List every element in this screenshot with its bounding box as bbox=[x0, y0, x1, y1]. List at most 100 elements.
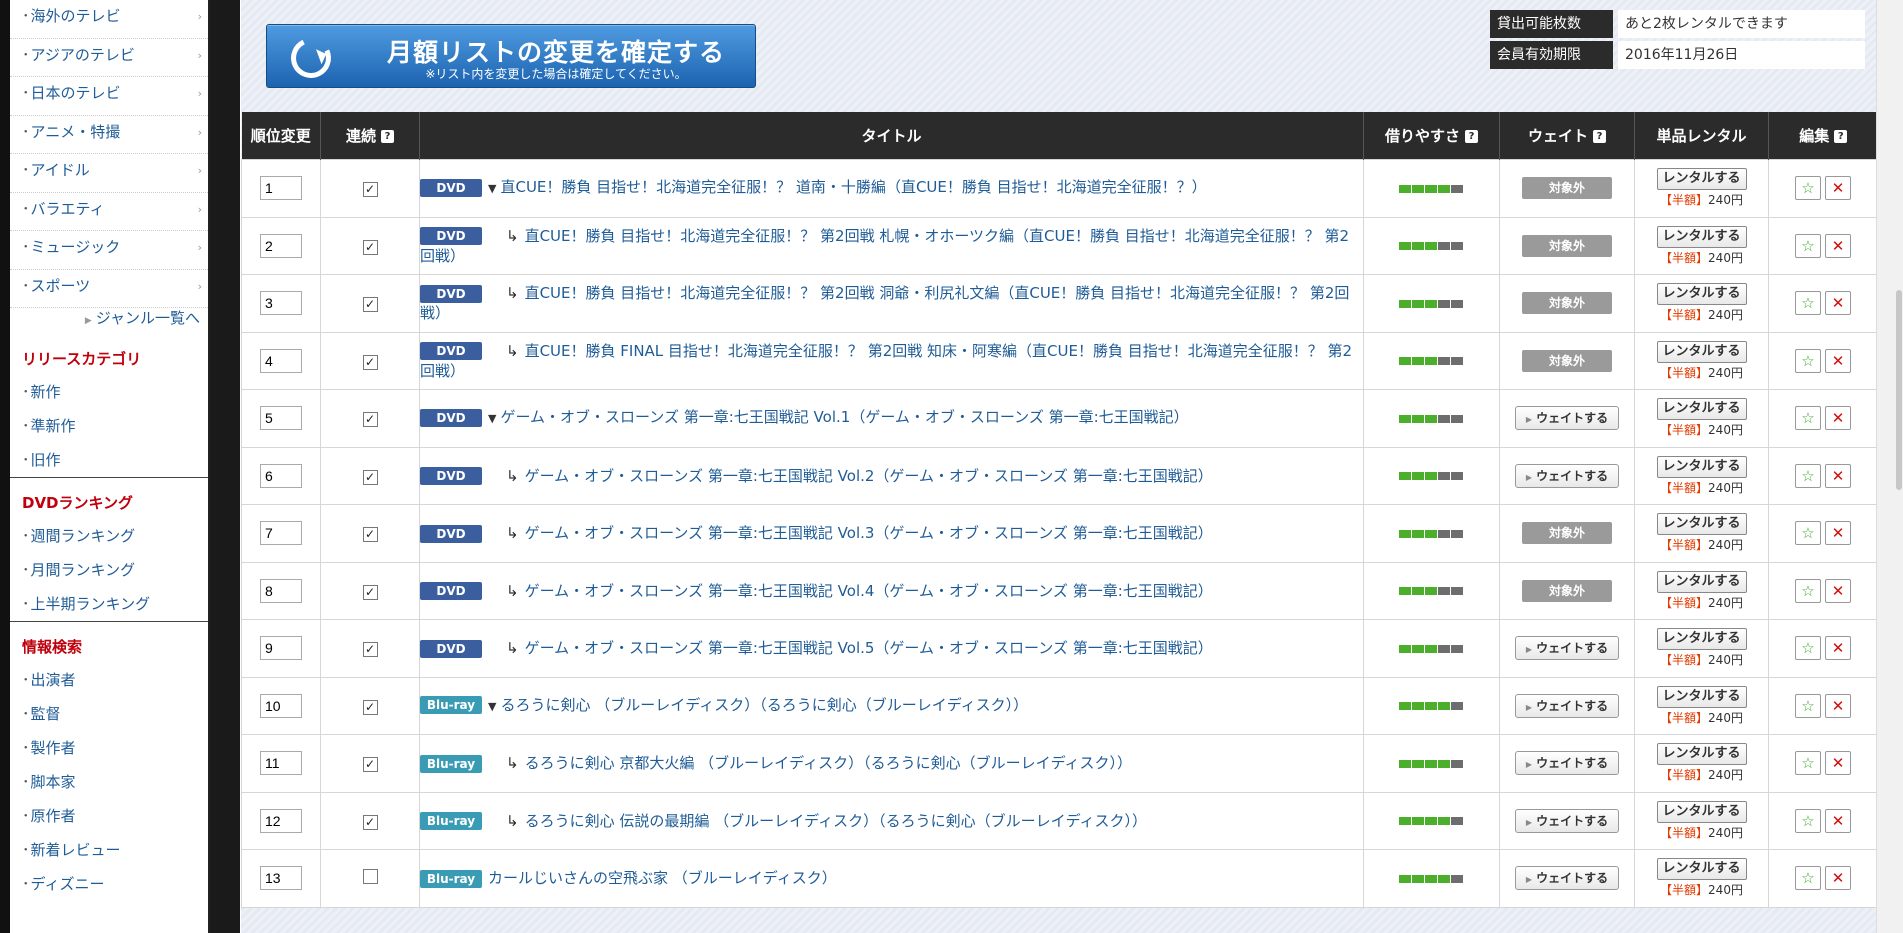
rent-button[interactable]: レンタルする bbox=[1656, 858, 1747, 881]
order-input[interactable] bbox=[260, 291, 302, 316]
continuous-checkbox[interactable]: ✓ bbox=[362, 757, 378, 773]
title-link[interactable]: るろうに剣心 （ブルーレイディスク）（るろうに剣心（ブルーレイディスク）） bbox=[500, 696, 1028, 714]
order-input[interactable] bbox=[260, 693, 302, 718]
ranking-link[interactable]: 週間ランキング bbox=[10, 519, 208, 553]
star-icon[interactable]: ☆ bbox=[1795, 406, 1821, 431]
rent-button[interactable]: レンタルする bbox=[1656, 685, 1747, 708]
order-input[interactable] bbox=[260, 866, 302, 891]
ranking-link[interactable]: 月間ランキング bbox=[10, 553, 208, 587]
title-link[interactable]: ゲーム・オブ・スローンズ 第一章:七王国戦記 Vol.3（ゲーム・オブ・スローン… bbox=[525, 524, 1213, 542]
order-input[interactable] bbox=[260, 578, 302, 603]
title-link[interactable]: るろうに剣心 京都大火編 （ブルーレイディスク）（るろうに剣心（ブルーレイディス… bbox=[525, 754, 1132, 772]
rent-button[interactable]: レンタルする bbox=[1656, 800, 1747, 823]
star-icon[interactable]: ☆ bbox=[1795, 176, 1821, 201]
rent-button[interactable]: レンタルする bbox=[1656, 225, 1747, 248]
continuous-checkbox[interactable]: ✓ bbox=[362, 527, 378, 543]
help-icon[interactable]: ? bbox=[1465, 130, 1478, 143]
order-input[interactable] bbox=[260, 521, 302, 546]
order-input[interactable] bbox=[260, 636, 302, 661]
star-icon[interactable]: ☆ bbox=[1795, 348, 1821, 373]
rent-button[interactable]: レンタルする bbox=[1656, 168, 1747, 191]
info-search-link[interactable]: 原作者 bbox=[10, 799, 208, 833]
info-search-link[interactable]: 出演者 bbox=[10, 663, 208, 697]
continuous-checkbox[interactable] bbox=[362, 868, 378, 884]
title-link[interactable]: カールじいさんの空飛ぶ家 （ブルーレイディスク） bbox=[488, 869, 837, 887]
close-icon[interactable]: ✕ bbox=[1825, 406, 1851, 431]
rent-button[interactable]: レンタルする bbox=[1656, 628, 1747, 651]
expand-triangle-icon[interactable]: ▼ bbox=[488, 412, 496, 425]
wait-button[interactable]: ▶ ウェイトする bbox=[1515, 866, 1619, 891]
wait-button[interactable]: ▶ ウェイトする bbox=[1515, 463, 1619, 488]
close-icon[interactable]: ✕ bbox=[1825, 463, 1851, 488]
rent-button[interactable]: レンタルする bbox=[1656, 283, 1747, 306]
sidebar-genre-item[interactable]: アジアのテレビ › bbox=[10, 39, 208, 77]
order-input[interactable] bbox=[260, 176, 302, 201]
star-icon[interactable]: ☆ bbox=[1795, 463, 1821, 488]
continuous-checkbox[interactable]: ✓ bbox=[362, 297, 378, 313]
confirm-list-button[interactable]: 月額リストの変更を確定する ※リスト内を変更した場合は確定してください。 bbox=[266, 24, 756, 88]
info-search-link[interactable]: 監督 bbox=[10, 697, 208, 731]
release-category-link[interactable]: 新作 bbox=[10, 375, 208, 409]
star-icon[interactable]: ☆ bbox=[1795, 521, 1821, 546]
expand-triangle-icon[interactable]: ▼ bbox=[488, 700, 496, 713]
help-icon[interactable]: ? bbox=[1834, 130, 1848, 143]
continuous-checkbox[interactable]: ✓ bbox=[362, 412, 378, 428]
star-icon[interactable]: ☆ bbox=[1795, 578, 1821, 603]
wait-button[interactable]: ▶ ウェイトする bbox=[1515, 808, 1619, 833]
info-search-link[interactable]: 製作者 bbox=[10, 731, 208, 765]
info-search-link[interactable]: 新着レビュー bbox=[10, 833, 208, 867]
close-icon[interactable]: ✕ bbox=[1825, 176, 1851, 201]
release-category-link[interactable]: 準新作 bbox=[10, 409, 208, 443]
close-icon[interactable]: ✕ bbox=[1825, 578, 1851, 603]
close-icon[interactable]: ✕ bbox=[1825, 291, 1851, 316]
continuous-checkbox[interactable]: ✓ bbox=[362, 584, 378, 600]
sidebar-genre-item[interactable]: スポーツ › bbox=[10, 270, 208, 308]
sidebar-genre-item[interactable]: 海外のテレビ › bbox=[10, 0, 208, 39]
rent-button[interactable]: レンタルする bbox=[1656, 340, 1747, 363]
sidebar-genre-item[interactable]: 日本のテレビ › bbox=[10, 77, 208, 116]
expand-triangle-icon[interactable]: ▼ bbox=[488, 182, 496, 195]
title-link[interactable]: ゲーム・オブ・スローンズ 第一章:七王国戦記 Vol.4（ゲーム・オブ・スローン… bbox=[525, 582, 1213, 600]
star-icon[interactable]: ☆ bbox=[1795, 636, 1821, 661]
close-icon[interactable]: ✕ bbox=[1825, 866, 1851, 891]
title-link[interactable]: ゲーム・オブ・スローンズ 第一章:七王国戦記 Vol.2（ゲーム・オブ・スローン… bbox=[525, 467, 1213, 485]
title-link[interactable]: 直CUE！勝負 目指せ！北海道完全征服！？ 第2回戦 札幌・オホーツク編（直CU… bbox=[420, 227, 1349, 265]
title-link[interactable]: ゲーム・オブ・スローンズ 第一章:七王国戦記 Vol.5（ゲーム・オブ・スローン… bbox=[525, 639, 1213, 657]
genre-more-link[interactable]: ▶ ジャンル一覧へ bbox=[10, 308, 208, 338]
rent-button[interactable]: レンタルする bbox=[1656, 743, 1747, 766]
order-input[interactable] bbox=[260, 463, 302, 488]
release-category-link[interactable]: 旧作 bbox=[10, 443, 208, 477]
close-icon[interactable]: ✕ bbox=[1825, 233, 1851, 258]
star-icon[interactable]: ☆ bbox=[1795, 808, 1821, 833]
close-icon[interactable]: ✕ bbox=[1825, 751, 1851, 776]
star-icon[interactable]: ☆ bbox=[1795, 866, 1821, 891]
sidebar-genre-item[interactable]: アイドル › bbox=[10, 154, 208, 193]
continuous-checkbox[interactable]: ✓ bbox=[362, 239, 378, 255]
continuous-checkbox[interactable]: ✓ bbox=[362, 699, 378, 715]
star-icon[interactable]: ☆ bbox=[1795, 291, 1821, 316]
help-icon[interactable]: ? bbox=[1593, 130, 1606, 143]
title-link[interactable]: るろうに剣心 伝説の最期編 （ブルーレイディスク）（るろうに剣心（ブルーレイディ… bbox=[525, 812, 1147, 830]
continuous-checkbox[interactable]: ✓ bbox=[362, 354, 378, 370]
close-icon[interactable]: ✕ bbox=[1825, 693, 1851, 718]
sidebar-genre-item[interactable]: ミュージック › bbox=[10, 231, 208, 270]
order-input[interactable] bbox=[260, 233, 302, 258]
continuous-checkbox[interactable]: ✓ bbox=[362, 642, 378, 658]
scrollbar-thumb[interactable] bbox=[1896, 290, 1902, 490]
title-link[interactable]: 直CUE！勝負 目指せ！北海道完全征服！？ 第2回戦 洞爺・利尻礼文編（直CUE… bbox=[420, 284, 1349, 322]
sidebar-genre-item[interactable]: バラエティ › bbox=[10, 193, 208, 231]
star-icon[interactable]: ☆ bbox=[1795, 693, 1821, 718]
rent-button[interactable]: レンタルする bbox=[1656, 513, 1747, 536]
close-icon[interactable]: ✕ bbox=[1825, 636, 1851, 661]
continuous-checkbox[interactable]: ✓ bbox=[362, 814, 378, 830]
title-link[interactable]: ゲーム・オブ・スローンズ 第一章:七王国戦記 Vol.1（ゲーム・オブ・スローン… bbox=[500, 408, 1188, 426]
rent-button[interactable]: レンタルする bbox=[1656, 455, 1747, 478]
order-input[interactable] bbox=[260, 348, 302, 373]
order-input[interactable] bbox=[260, 808, 302, 833]
rent-button[interactable]: レンタルする bbox=[1656, 570, 1747, 593]
close-icon[interactable]: ✕ bbox=[1825, 348, 1851, 373]
wait-button[interactable]: ▶ ウェイトする bbox=[1515, 751, 1619, 776]
star-icon[interactable]: ☆ bbox=[1795, 233, 1821, 258]
continuous-checkbox[interactable]: ✓ bbox=[362, 469, 378, 485]
ranking-link[interactable]: 上半期ランキング bbox=[10, 587, 208, 621]
